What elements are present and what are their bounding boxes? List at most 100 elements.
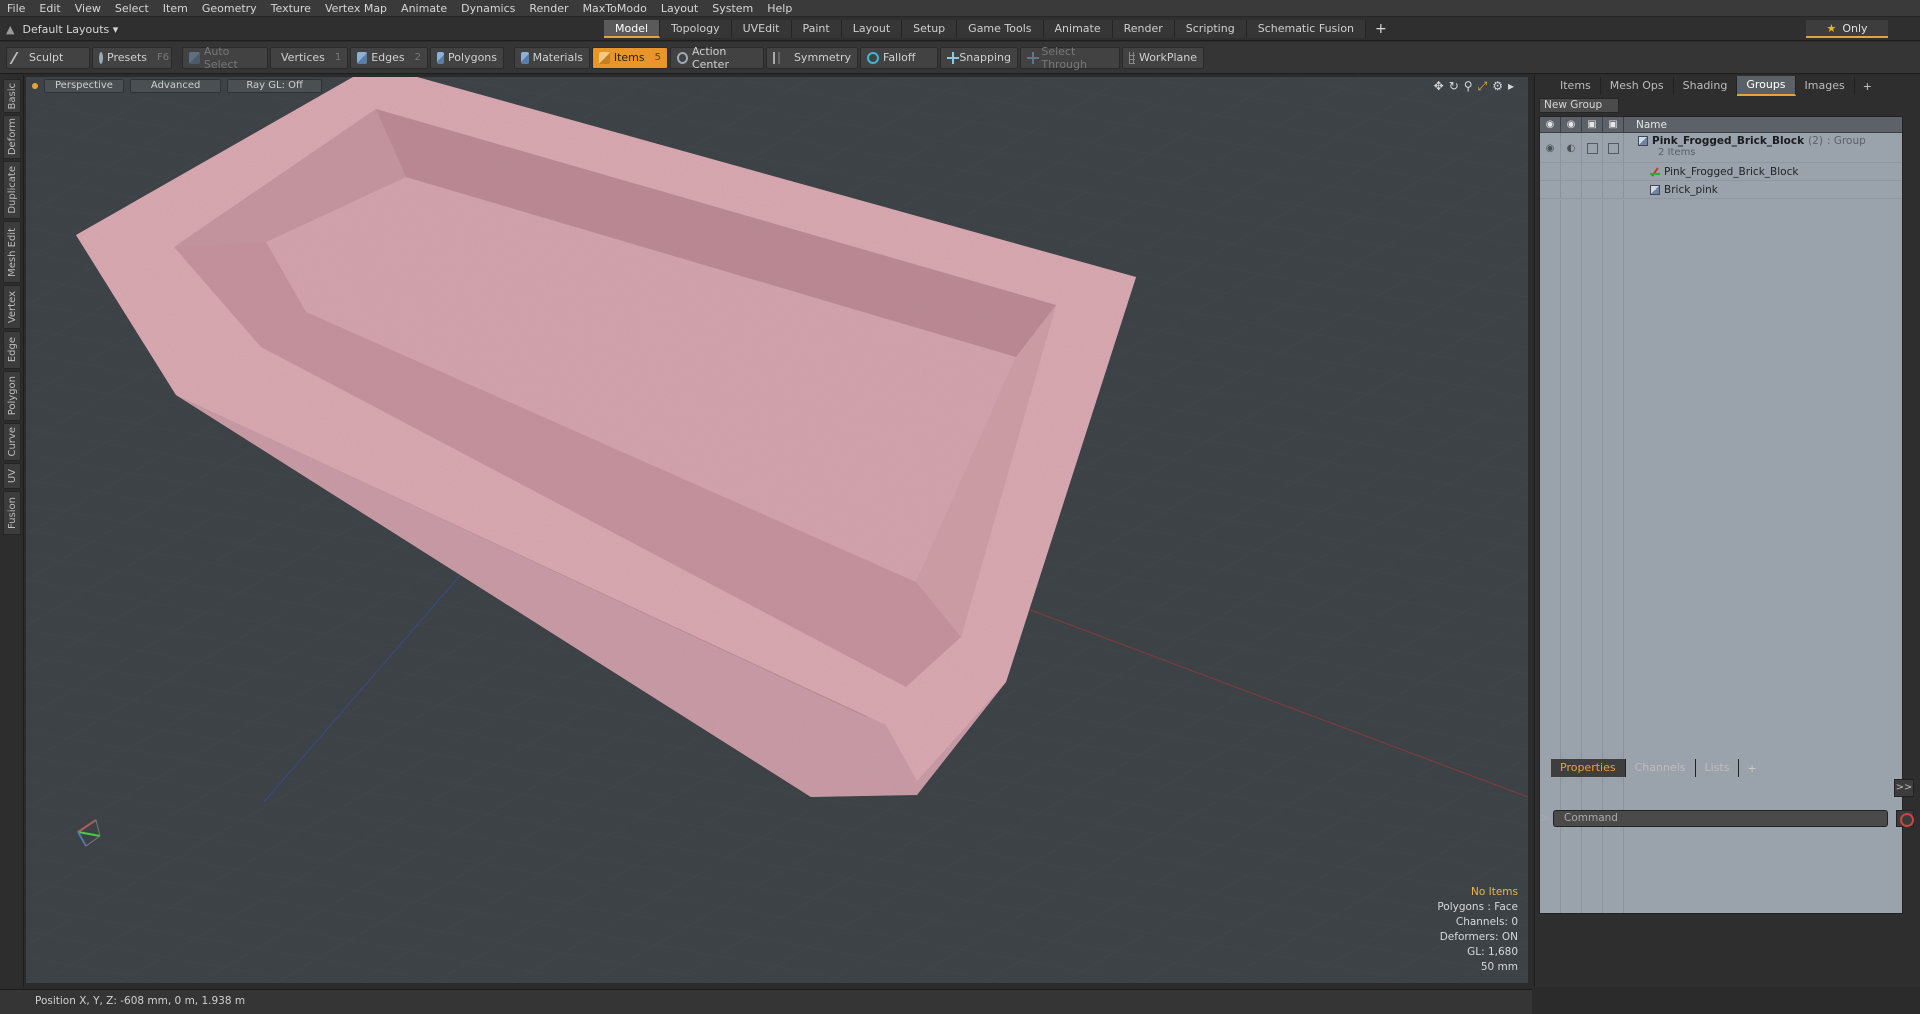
tab-topology[interactable]: Topology <box>660 20 732 38</box>
edges-button[interactable]: Edges 2 <box>350 46 428 69</box>
menu-geometry[interactable]: Geometry <box>195 0 264 17</box>
vtab-fusion[interactable]: Fusion <box>3 491 21 535</box>
materials-button[interactable]: Materials <box>514 46 590 69</box>
tab-lists[interactable]: Lists <box>1696 759 1740 777</box>
vertices-button[interactable]: Vertices 1 <box>270 46 348 69</box>
pan-icon[interactable]: ✥ <box>1434 79 1444 94</box>
layout-home-icon[interactable]: ▲ <box>6 23 14 36</box>
viewport-settings-icon[interactable]: ⚙ <box>1492 79 1503 94</box>
raygl-button[interactable]: Ray GL: Off <box>227 79 322 93</box>
group-child-row[interactable]: Brick_pink <box>1540 180 1902 199</box>
add-property-tab-button[interactable]: + <box>1739 762 1764 775</box>
tab-uvedit[interactable]: UVEdit <box>731 20 792 38</box>
tab-scripting[interactable]: Scripting <box>1174 20 1247 38</box>
vtab-mesh-edit[interactable]: Mesh Edit <box>3 221 21 283</box>
polygons-button[interactable]: Polygons <box>430 46 504 69</box>
snapping-button[interactable]: Snapping <box>940 46 1018 69</box>
vertices-shortcut: 1 <box>334 52 342 63</box>
presets-button[interactable]: Presets F6 <box>92 46 172 69</box>
sculpt-button[interactable]: Sculpt <box>6 46 90 69</box>
tab-schematic-fusion[interactable]: Schematic Fusion <box>1246 20 1367 38</box>
tab-paint[interactable]: Paint <box>791 20 842 38</box>
menu-edit[interactable]: Edit <box>32 0 67 17</box>
menu-maxtomodo[interactable]: MaxToModo <box>576 0 654 17</box>
new-group-button[interactable]: New Group <box>1539 98 1619 113</box>
auto-select-button[interactable]: Auto Select <box>182 45 268 71</box>
only-button[interactable]: ★ Only <box>1806 20 1888 38</box>
vtab-deform[interactable]: Deform <box>3 115 21 159</box>
menu-item[interactable]: Item <box>156 0 195 17</box>
tab-setup[interactable]: Setup <box>902 20 958 38</box>
group-visibility-toggle[interactable]: ◉ <box>1540 133 1561 163</box>
lock-column-icon[interactable]: ▣ <box>1582 116 1603 133</box>
edges-label: Edges <box>371 51 405 64</box>
menu-file[interactable]: File <box>0 0 32 17</box>
viewport-nav-controls: ✥ ↻ ⚲ ⤢ ⚙ ▸ <box>1434 79 1514 94</box>
eye-icon: ◉ <box>1545 142 1555 154</box>
rotate-icon[interactable]: ↻ <box>1449 79 1459 94</box>
render-column-icon[interactable]: ◉ <box>1561 116 1582 133</box>
right-panel: Items Mesh Ops Shading Groups Images + N… <box>1534 75 1920 987</box>
command-record-button[interactable] <box>1896 810 1914 827</box>
vtab-uv[interactable]: UV <box>3 463 21 489</box>
info-deformers: Deformers: ON <box>1439 931 1518 943</box>
vtab-curve[interactable]: Curve <box>3 423 21 461</box>
menu-animate[interactable]: Animate <box>394 0 454 17</box>
tab-game-tools[interactable]: Game Tools <box>957 20 1044 38</box>
menu-vertex-map[interactable]: Vertex Map <box>318 0 394 17</box>
layouts-dropdown[interactable]: ▲ Default Layouts ▾ <box>6 20 118 38</box>
command-arrow-icon: > <box>1540 811 1550 824</box>
tab-groups[interactable]: Groups <box>1737 76 1796 96</box>
view-mode-button[interactable]: Perspective <box>44 79 124 93</box>
tab-render[interactable]: Render <box>1112 20 1175 38</box>
workplane-button[interactable]: WorkPlane <box>1122 46 1204 69</box>
tab-items[interactable]: Items <box>1551 77 1601 95</box>
select-column-icon[interactable]: ▣ <box>1603 116 1624 133</box>
viewport-menu-icon[interactable]: ▸ <box>1508 79 1514 94</box>
menu-help[interactable]: Help <box>760 0 799 17</box>
group-row[interactable]: ◉ ◐ Pink_Frogged_Brick_Block (2) : Group… <box>1540 133 1902 163</box>
tab-shading[interactable]: Shading <box>1674 77 1738 95</box>
menu-texture[interactable]: Texture <box>264 0 318 17</box>
add-tab-button[interactable]: + <box>1366 20 1396 38</box>
falloff-button[interactable]: Falloff <box>860 46 938 69</box>
3d-viewport[interactable]: Perspective Advanced Ray GL: Off ✥ ↻ ⚲ ⤢… <box>26 77 1528 983</box>
name-column-header[interactable]: Name <box>1624 119 1667 131</box>
expand-button[interactable]: >> <box>1894 779 1914 797</box>
visibility-column-icon[interactable]: ◉ <box>1540 116 1561 133</box>
vtab-polygon[interactable]: Polygon <box>3 371 21 421</box>
group-child-row[interactable]: Pink_Frogged_Brick_Block <box>1540 162 1902 181</box>
symmetry-button[interactable]: Symmetry <box>766 46 858 69</box>
tab-properties[interactable]: Properties <box>1551 759 1626 777</box>
tab-images[interactable]: Images <box>1796 77 1855 95</box>
tab-layout[interactable]: Layout <box>841 20 903 38</box>
action-center-button[interactable]: Action Center <box>670 45 764 71</box>
presets-shortcut: F6 <box>157 52 170 63</box>
tab-model[interactable]: Model <box>604 20 661 38</box>
tab-channels[interactable]: Channels <box>1626 759 1696 777</box>
select-through-button[interactable]: Select Through <box>1020 45 1120 71</box>
vtab-basic[interactable]: Basic <box>3 79 21 113</box>
vtab-edge[interactable]: Edge <box>3 331 21 369</box>
items-button[interactable]: Items 5 <box>592 46 668 69</box>
add-panel-tab-button[interactable]: + <box>1855 80 1880 93</box>
menu-render[interactable]: Render <box>522 0 575 17</box>
menu-select[interactable]: Select <box>108 0 156 17</box>
group-render-toggle[interactable]: ◐ <box>1561 133 1582 163</box>
tab-mesh-ops[interactable]: Mesh Ops <box>1601 77 1674 95</box>
vtab-vertex[interactable]: Vertex <box>3 285 21 329</box>
group-lock-toggle[interactable] <box>1582 133 1603 163</box>
vtab-duplicate[interactable]: Duplicate <box>3 161 21 219</box>
zoom-icon[interactable]: ⚲ <box>1464 79 1473 94</box>
maximize-icon[interactable]: ⤢ <box>1478 79 1488 94</box>
child-name-1: Brick_pink <box>1664 183 1718 196</box>
command-input[interactable]: Command <box>1553 810 1888 827</box>
tab-animate[interactable]: Animate <box>1043 20 1113 38</box>
menu-dynamics[interactable]: Dynamics <box>454 0 522 17</box>
menu-view[interactable]: View <box>68 0 108 17</box>
group-type: : Group <box>1826 135 1866 147</box>
group-select-toggle[interactable] <box>1603 133 1624 163</box>
shading-mode-button[interactable]: Advanced <box>129 79 222 93</box>
menu-system[interactable]: System <box>705 0 760 17</box>
menu-layout[interactable]: Layout <box>654 0 705 17</box>
